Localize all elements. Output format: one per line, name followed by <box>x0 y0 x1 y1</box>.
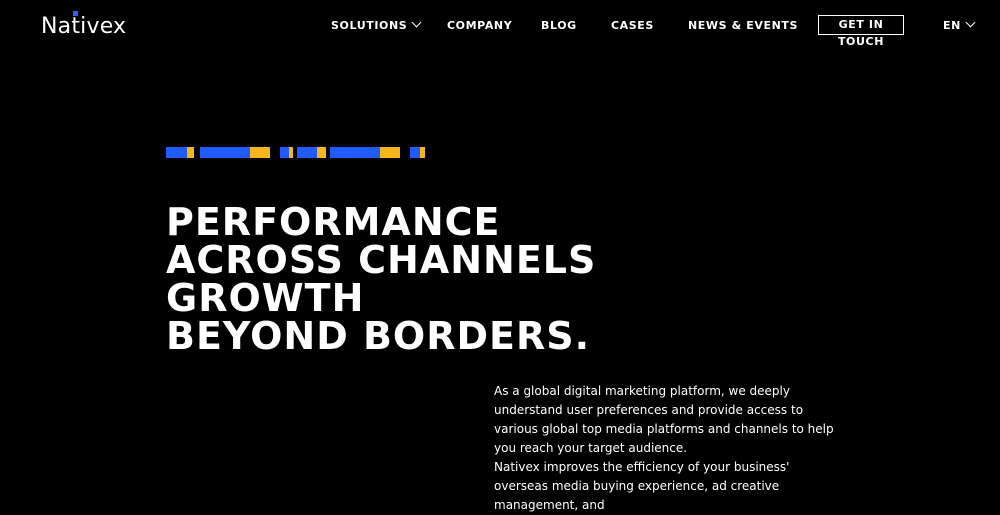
nav-item-company[interactable]: COMPANY <box>447 19 512 32</box>
chevron-down-icon <box>411 17 422 28</box>
color-bar-segment <box>410 147 420 158</box>
chevron-down-icon <box>965 17 976 28</box>
color-bar-segment <box>330 147 380 158</box>
color-bar-segment <box>317 147 326 158</box>
nav-item-news-events[interactable]: NEWS & EVENTS <box>688 19 798 32</box>
top-navigation: Nativex SOLUTIONS COMPANY BLOG CASES NEW… <box>0 0 1000 54</box>
nav-item-solutions[interactable]: SOLUTIONS <box>331 17 422 32</box>
nav-item-cases[interactable]: CASES <box>611 19 654 32</box>
hero-headline: PERFORMANCE ACROSS CHANNELS GROWTH BEYON… <box>166 203 596 355</box>
description-paragraph: Nativex improves the efficiency of your … <box>494 460 790 512</box>
color-bar-segment <box>280 147 289 158</box>
description-paragraph: As a global digital marketing platform, … <box>494 384 834 455</box>
get-in-touch-button[interactable]: GET IN TOUCH <box>818 15 904 48</box>
color-bar-segment <box>289 147 293 158</box>
language-selector[interactable]: EN <box>943 17 976 32</box>
color-bar-segment <box>297 147 317 158</box>
logo-accent-letter: t <box>71 11 81 39</box>
decorative-color-bars <box>166 147 426 158</box>
nativex-logo[interactable]: Nativex <box>41 11 126 39</box>
color-bar-segment <box>166 147 187 158</box>
headline-line: BEYOND BORDERS. <box>166 314 591 358</box>
headline-line: PERFORMANCE <box>166 200 501 244</box>
color-bar-segment <box>250 147 270 158</box>
color-bar-segment <box>187 147 194 158</box>
color-bar-segment <box>380 147 400 158</box>
headline-line: GROWTH <box>166 276 365 320</box>
headline-line: ACROSS CHANNELS <box>166 238 597 282</box>
nav-item-blog[interactable]: BLOG <box>541 19 577 32</box>
hero-description: As a global digital marketing platform, … <box>494 382 839 515</box>
color-bar-segment <box>200 147 250 158</box>
color-bar-segment <box>420 147 425 158</box>
